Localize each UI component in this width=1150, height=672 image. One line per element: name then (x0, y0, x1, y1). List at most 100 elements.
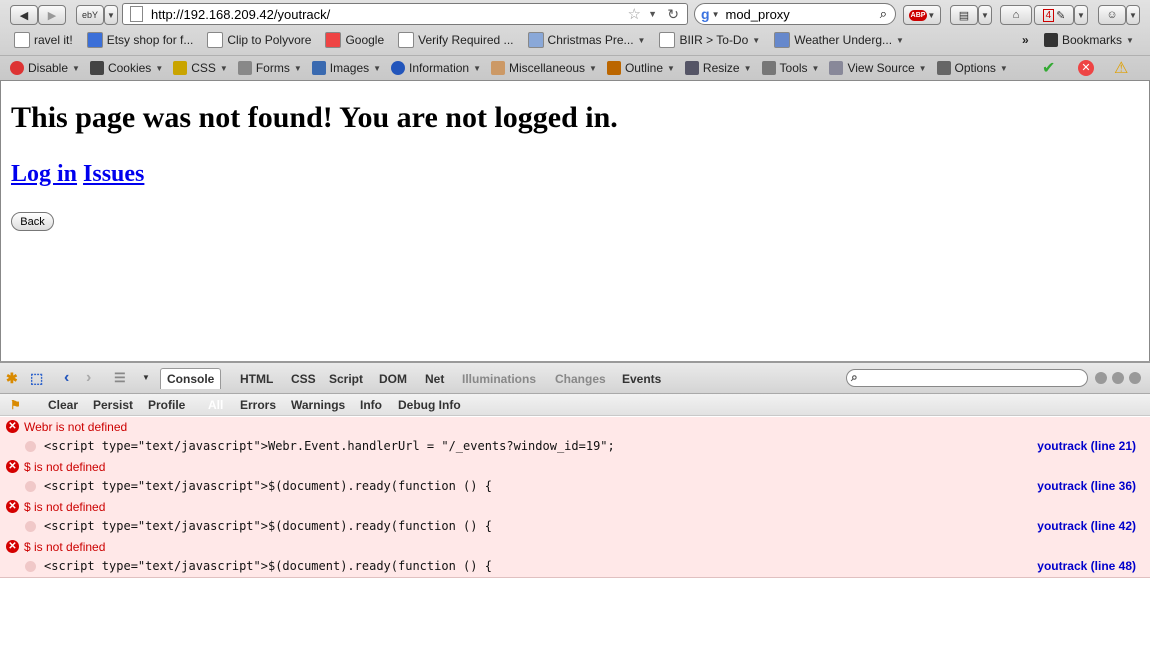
breakpoint-dot-icon[interactable] (25, 441, 36, 452)
adblock-button[interactable]: ABP ▼ (903, 5, 941, 25)
extension-button[interactable]: ▤ (950, 5, 978, 25)
webdev-menu-2[interactable]: CSS ▼ (173, 61, 228, 75)
firebug-tab-html[interactable]: HTML (240, 372, 273, 386)
error-source-link[interactable]: youtrack (line 36) (1037, 479, 1136, 493)
url-bar[interactable]: http://192.168.209.42/youtrack/ ☆ ▼ ↻ (122, 3, 688, 25)
detach-icon[interactable] (1112, 372, 1124, 384)
breakpoint-dot-icon[interactable] (25, 521, 36, 532)
persist-button[interactable]: Persist (93, 398, 133, 412)
extension-dropdown-2[interactable]: ▼ (1074, 5, 1088, 25)
console-log-row[interactable]: ✕ $ is not defined <script type="text/java… (0, 457, 1150, 498)
webdev-menu-6[interactable]: Miscellaneous ▼ (491, 61, 597, 75)
bookmark-item[interactable]: Google (325, 32, 384, 48)
star-icon[interactable]: ☆ (628, 5, 641, 23)
misc-icon (491, 61, 505, 75)
back-button[interactable]: Back (11, 212, 54, 231)
firebug-tab-console[interactable]: Console (160, 368, 222, 389)
nav-links: Log in Issues (11, 161, 150, 188)
firebug-search[interactable]: ⌕ (846, 369, 1088, 387)
firebug-tab-script[interactable]: Script (329, 372, 363, 386)
firebug-tab-illuminations[interactable]: Illuminations (462, 372, 536, 386)
magnifier-icon[interactable]: ⌕ (880, 6, 887, 22)
webdev-menu-8[interactable]: Resize ▼ (684, 61, 752, 75)
dropdown-icon: ▼ (72, 63, 80, 73)
webdev-menu-4[interactable]: Images ▼ (311, 61, 381, 75)
warning-icon[interactable]: ⚠ (1114, 58, 1128, 78)
extension-dropdown[interactable]: ▼ (978, 5, 992, 25)
bookmark-item[interactable]: Etsy shop for f... (86, 32, 193, 48)
login-link[interactable]: Log in (11, 161, 77, 187)
weather-icon (774, 32, 791, 48)
page-content: This page was not found! You are not log… (0, 81, 1150, 361)
webdev-menu-9[interactable]: Tools ▼ (761, 61, 819, 75)
bookmark-item[interactable]: Christmas Pre... ▼ (527, 32, 645, 48)
bookmark-item[interactable]: Clip to Polyvore (207, 32, 311, 48)
breakpoint-dot-icon[interactable] (25, 481, 36, 492)
filter-errors[interactable]: Errors (240, 398, 276, 412)
overflow-chevron-icon[interactable]: » (1022, 33, 1029, 47)
error-source-code: <script type="text/javascript">$(documen… (44, 519, 492, 533)
console-log-row[interactable]: ✕ Webr is not defined <script type="text/j… (0, 417, 1150, 458)
forward-arrow-icon[interactable]: › (86, 369, 91, 387)
error-status-icon[interactable]: ✕ (1078, 60, 1094, 76)
panel-menu-icon[interactable]: ▼ (142, 373, 150, 382)
bookmarks-toolbar: ravel it! Etsy shop for f... Clip to Polyv… (0, 29, 1150, 51)
console-log-row[interactable]: ✕ $ is not defined <script type="text/java… (0, 537, 1150, 578)
error-source-link[interactable]: youtrack (line 21) (1037, 439, 1136, 453)
webdev-menu-1[interactable]: Cookies ▼ (89, 61, 163, 75)
console-subtoolbar: ⚑ Clear Persist Profile All Errors Warni… (0, 394, 1150, 416)
issues-link[interactable]: Issues (83, 161, 144, 187)
firebug-bug-icon[interactable]: ✱ (6, 370, 18, 387)
extensions-badge-button[interactable]: 4 ✎ (1034, 5, 1074, 25)
greasemonkey-dropdown[interactable]: ▼ (1126, 5, 1140, 25)
console-log-row[interactable]: ✕ $ is not defined <script type="text/java… (0, 497, 1150, 538)
bookmarks-menu[interactable]: Bookmarks ▼ (1044, 33, 1134, 47)
search-bar[interactable]: g ▼ mod_proxy ⌕ (694, 3, 896, 25)
filter-all[interactable]: All (208, 398, 223, 412)
filter-debug-info[interactable]: Debug Info (398, 398, 461, 412)
bookmark-item[interactable]: BIIR > To-Do ▼ (659, 32, 760, 48)
bookmark-item[interactable]: Weather Underg... ▼ (774, 32, 904, 48)
web-developer-toolbar: Disable ▼ Cookies ▼ CSS ▼ Forms ▼ Images ▼ Informa… (0, 55, 1150, 80)
firebug-tab-dom[interactable]: DOM (379, 372, 407, 386)
firebug-tab-css[interactable]: CSS (291, 372, 316, 386)
console-filter-icon[interactable]: ⚑ (10, 398, 21, 412)
error-source-code: <script type="text/javascript">$(documen… (44, 559, 492, 573)
forward-nav-button[interactable]: ▶ (38, 5, 66, 25)
error-source-link[interactable]: youtrack (line 42) (1037, 519, 1136, 533)
webdev-menu-11[interactable]: Options ▼ (936, 61, 1008, 75)
webdev-menu-7[interactable]: Outline ▼ (606, 61, 675, 75)
list-icon[interactable]: ☰ (114, 370, 126, 386)
validate-check-icon[interactable]: ✔ (1042, 58, 1055, 78)
webdev-menu-10[interactable]: View Source ▼ (829, 61, 927, 75)
breakpoint-dot-icon[interactable] (25, 561, 36, 572)
webdev-menu-3[interactable]: Forms ▼ (237, 61, 302, 75)
back-nav-button[interactable]: ◀ (10, 5, 38, 25)
ebay-button[interactable]: ebY (76, 5, 104, 25)
filter-warnings[interactable]: Warnings (291, 398, 345, 412)
inspect-icon[interactable]: ⬚ (30, 370, 43, 387)
home-button[interactable]: ⌂ (1000, 5, 1032, 25)
firebug-tab-events[interactable]: Events (622, 372, 661, 386)
firebug-tab-net[interactable]: Net (425, 372, 444, 386)
close-icon[interactable] (1129, 372, 1141, 384)
bookmark-item[interactable]: ravel it! (14, 32, 73, 48)
dropdown-button[interactable]: ▼ (104, 5, 118, 25)
page-icon (398, 32, 415, 48)
bookmark-item[interactable]: Verify Required ... (398, 32, 514, 48)
engine-dropdown-icon[interactable]: ▼ (712, 10, 720, 19)
firebug-tab-changes[interactable]: Changes (555, 372, 606, 386)
webdev-menu-5[interactable]: Information ▼ (391, 61, 481, 75)
minimize-icon[interactable] (1095, 372, 1107, 384)
greasemonkey-button[interactable]: ☺ (1098, 5, 1126, 25)
error-source-code: <script type="text/javascript">$(documen… (44, 479, 492, 493)
reload-icon[interactable]: ↻ (667, 6, 679, 23)
back-arrow-icon[interactable]: ‹ (64, 369, 69, 387)
clear-button[interactable]: Clear (48, 398, 78, 412)
google-icon[interactable]: g (701, 6, 710, 22)
profile-button[interactable]: Profile (148, 398, 185, 412)
webdev-menu-0[interactable]: Disable ▼ (10, 61, 80, 75)
error-source-link[interactable]: youtrack (line 48) (1037, 559, 1136, 573)
filter-info[interactable]: Info (360, 398, 382, 412)
history-dropdown-icon[interactable]: ▼ (648, 9, 657, 19)
